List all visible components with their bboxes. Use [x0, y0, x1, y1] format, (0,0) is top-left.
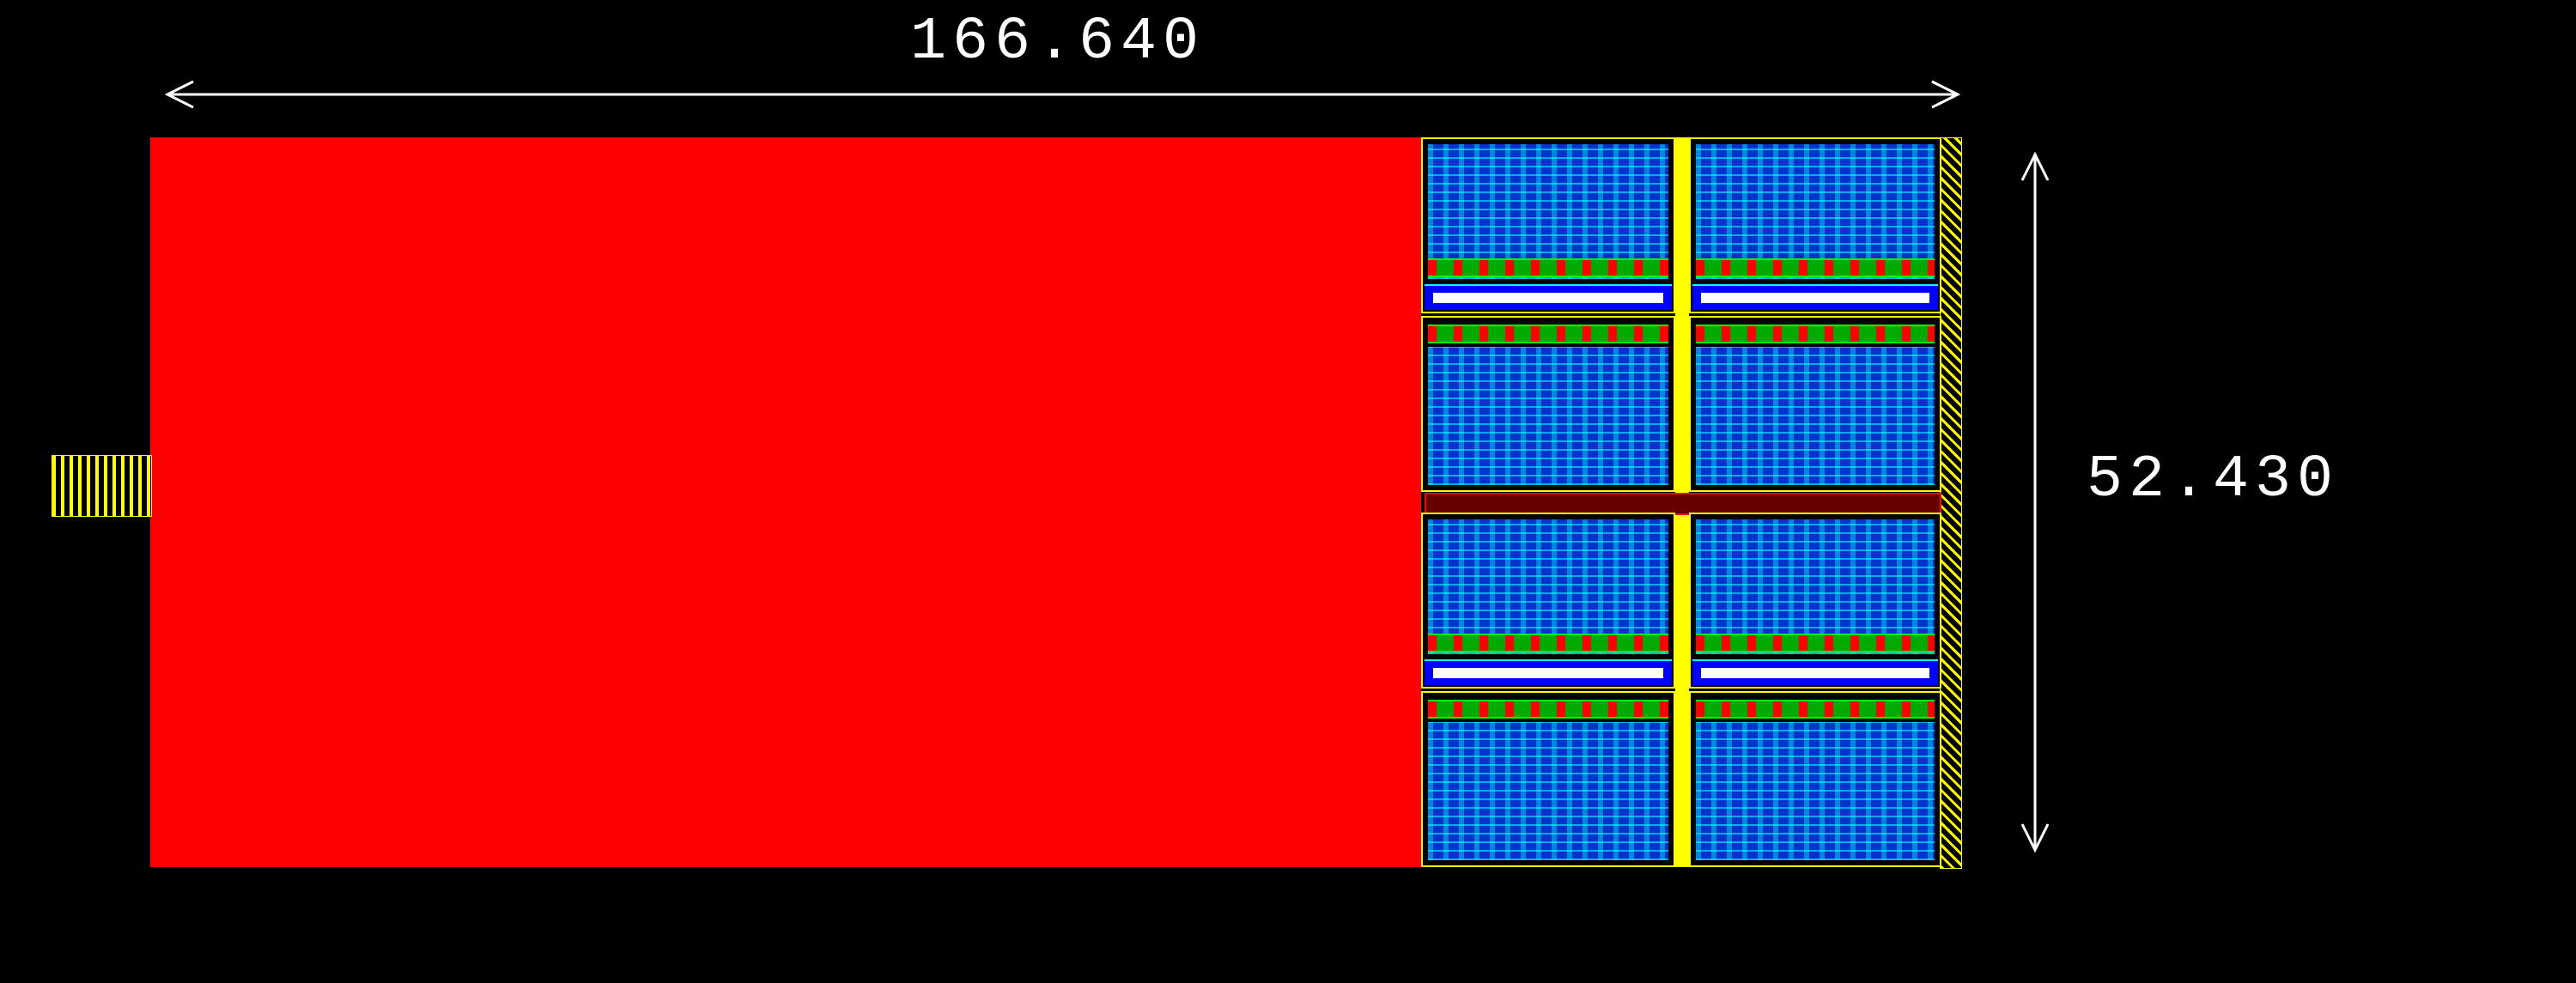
rail-inner — [1701, 293, 1929, 303]
active-strip — [1696, 700, 1935, 719]
layout-canvas: 166.640 52.430 — [0, 0, 2576, 983]
cell-fill — [1428, 347, 1668, 485]
width-dimension-arrow — [150, 77, 1975, 112]
cell-fill — [1696, 347, 1935, 485]
left-pin — [52, 455, 152, 517]
height-dimension-label: 52.430 — [2087, 446, 2339, 514]
active-strip — [1696, 325, 1935, 343]
active-strip — [1428, 258, 1668, 277]
active-strip — [1428, 634, 1668, 652]
cell-r1-c0-s0 — [1421, 513, 1675, 689]
active-strip — [1428, 325, 1668, 343]
cell-r0-c1-s0 — [1689, 137, 1941, 313]
cell-r0-c0-s1 — [1421, 316, 1675, 492]
cell-r0-c1-s1 — [1689, 316, 1941, 492]
cell-r1-c1-s1 — [1689, 691, 1941, 867]
power-rail — [1692, 284, 1938, 310]
rail-inner — [1433, 668, 1663, 678]
power-rail — [1425, 659, 1672, 685]
cell-r1-c0-s1 — [1421, 691, 1675, 867]
cell-fill — [1428, 722, 1668, 860]
cell-r1-c1-s0 — [1689, 513, 1941, 689]
active-strip — [1696, 634, 1935, 652]
rail-inner — [1701, 668, 1929, 678]
power-rail — [1692, 659, 1938, 685]
main-metal-block — [150, 137, 1421, 867]
rail-inner — [1433, 293, 1663, 303]
power-rail — [1425, 284, 1672, 310]
active-strip — [1696, 258, 1935, 277]
cell-r0-c0-s0 — [1421, 137, 1675, 313]
width-dimension-label: 166.640 — [910, 9, 1205, 76]
right-edge-stripe — [1940, 137, 1962, 869]
cell-array — [1421, 137, 1962, 867]
cell-fill — [1696, 722, 1935, 860]
active-strip — [1428, 700, 1668, 719]
height-dimension-arrow — [2018, 137, 2052, 867]
